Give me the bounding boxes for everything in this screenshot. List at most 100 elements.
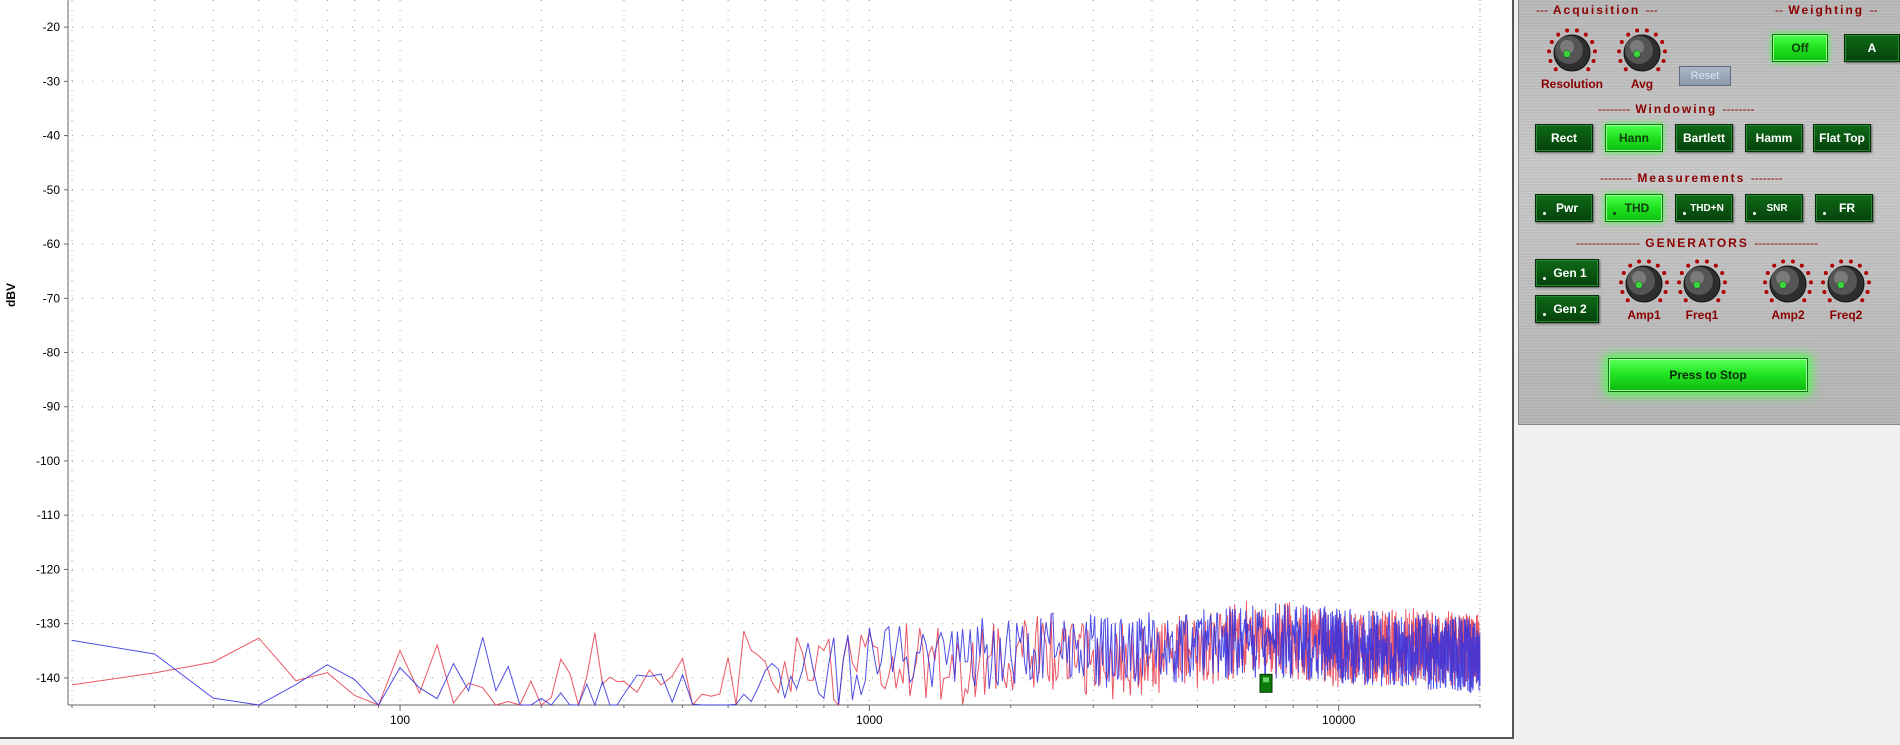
knob-scale-dot <box>1683 298 1688 303</box>
windowing-title: -------- Windowing -------- <box>1598 102 1755 116</box>
measure-pwr-button[interactable]: Pwr <box>1535 194 1593 222</box>
window-hamm-button[interactable]: Hamm <box>1745 124 1803 152</box>
knob-scale-dot <box>1763 280 1768 285</box>
measure-fr-button[interactable]: FR <box>1815 194 1873 222</box>
knob-scale-dot <box>1713 263 1718 268</box>
knob-scale-dot <box>1686 263 1691 268</box>
y-tick-label: -100 <box>36 454 60 468</box>
avg-label: Avg <box>1630 77 1654 91</box>
knob-scale-dot <box>1827 298 1832 303</box>
gen2-button[interactable]: Gen 2 <box>1535 295 1599 323</box>
knob-scale-dot <box>1772 263 1777 268</box>
y-tick-label: -20 <box>43 20 61 34</box>
knob-scale-dot <box>1662 49 1667 54</box>
knob-scale-dot <box>1618 59 1623 64</box>
knob-scale-dot <box>1677 280 1682 285</box>
knob-scale-dot <box>1591 59 1596 64</box>
y-tick-label: -80 <box>43 346 61 360</box>
knob-scale-dot <box>1644 28 1649 33</box>
knob-scale-dot <box>1799 263 1804 268</box>
y-tick-label: -60 <box>43 237 61 251</box>
knob-scale-dot <box>1655 263 1660 268</box>
knob-scale-dot <box>1806 270 1811 275</box>
knob-scale-dot <box>1808 280 1813 285</box>
x-tick-label: 1000 <box>856 713 883 727</box>
weighting-a-button[interactable]: A <box>1844 34 1900 62</box>
amp2-knob[interactable] <box>1762 258 1814 310</box>
knob-scale-dot <box>1807 290 1812 295</box>
knob-scale-dot <box>1658 298 1663 303</box>
generators-title: ---------------- GENERATORS ------------… <box>1576 236 1819 250</box>
knob-scale-dot <box>1565 28 1570 33</box>
acquisition-title: --- Acquisition --- <box>1536 3 1658 17</box>
knob-scale-dot <box>1695 259 1700 264</box>
y-tick-label: -110 <box>37 508 60 522</box>
knob-scale-dot <box>1662 270 1667 275</box>
freq1-label: Freq1 <box>1685 308 1719 322</box>
knob-scale-dot <box>1864 270 1869 275</box>
y-tick-label: -40 <box>43 129 61 143</box>
knob-scale-dot <box>1865 290 1870 295</box>
window-rect-button[interactable]: Rect <box>1535 124 1593 152</box>
amp1-knob[interactable] <box>1618 258 1670 310</box>
window-hann-button[interactable]: Hann <box>1605 124 1663 152</box>
measure-thdn-button[interactable]: THD+N <box>1675 194 1733 222</box>
x-tick-label: 100 <box>390 713 410 727</box>
frequency-marker[interactable] <box>1259 673 1273 693</box>
knob-scale-dot <box>1623 67 1628 72</box>
knob-indicator <box>1633 50 1641 58</box>
spectrum-chart-svg: -20 -30 -40 -50 -60 -70 -80 -90 -100 -110 -120 -130… <box>36 0 1481 727</box>
weighting-title: -- Weighting -- <box>1775 3 1878 17</box>
knob-scale-dot <box>1716 298 1721 303</box>
freq1-knob[interactable] <box>1676 258 1728 310</box>
knob-scale-dot <box>1660 39 1665 44</box>
knob-scale-dot <box>1625 298 1630 303</box>
y-tick-label: -30 <box>43 74 61 88</box>
press-to-stop-button[interactable]: Press to Stop <box>1608 358 1808 392</box>
knob-scale-dot <box>1679 270 1684 275</box>
measure-thd-button[interactable]: THD <box>1605 194 1663 222</box>
reset-button[interactable]: Reset <box>1679 66 1731 86</box>
knob-indicator <box>1635 281 1643 289</box>
knob-scale-dot <box>1646 259 1651 264</box>
y-tick-label: -140 <box>36 671 60 685</box>
knob-scale-dot <box>1553 67 1558 72</box>
knob-scale-dot <box>1653 32 1658 37</box>
knob-scale-dot <box>1549 39 1554 44</box>
freq2-knob[interactable] <box>1820 258 1872 310</box>
y-axis-label: dBV <box>4 283 18 307</box>
y-tick-label: -90 <box>43 400 61 414</box>
knob-indicator <box>1563 50 1571 58</box>
avg-knob[interactable] <box>1616 27 1668 79</box>
knob-indicator <box>1837 281 1845 289</box>
window-bartlett-button[interactable]: Bartlett <box>1675 124 1733 152</box>
knob-scale-dot <box>1848 259 1853 264</box>
knob-scale-dot <box>1830 263 1835 268</box>
y-tick-label: -130 <box>36 617 60 631</box>
weighting-off-button[interactable]: Off <box>1772 34 1828 62</box>
knob-scale-dot <box>1781 259 1786 264</box>
knob-scale-dot <box>1765 270 1770 275</box>
window-flattop-button[interactable]: Flat Top <box>1813 124 1871 152</box>
spectrum-plot[interactable]: -20 -30 -40 -50 -60 -70 -80 -90 -100 -110 -120 -130… <box>0 0 1514 739</box>
knob-scale-dot <box>1722 280 1727 285</box>
y-tick-label: -120 <box>36 562 60 576</box>
knob-scale-dot <box>1720 270 1725 275</box>
knob-scale-dot <box>1619 39 1624 44</box>
measure-snr-button[interactable]: SNR <box>1745 194 1803 222</box>
gen1-button[interactable]: Gen 1 <box>1535 259 1599 287</box>
knob-scale-dot <box>1626 32 1631 37</box>
knob-scale-dot <box>1590 39 1595 44</box>
knob-scale-dot <box>1857 263 1862 268</box>
resolution-knob[interactable] <box>1546 27 1598 79</box>
marker-highlight <box>1263 677 1270 683</box>
knob-scale-dot <box>1839 259 1844 264</box>
knob-scale-dot <box>1556 32 1561 37</box>
knob-scale-dot <box>1769 298 1774 303</box>
grid-lines <box>71 0 1481 705</box>
knob-scale-dot <box>1822 290 1827 295</box>
knob-scale-dot <box>1721 290 1726 295</box>
knob-scale-dot <box>1628 263 1633 268</box>
knob-scale-dot <box>1764 290 1769 295</box>
knob-scale-dot <box>1704 259 1709 264</box>
